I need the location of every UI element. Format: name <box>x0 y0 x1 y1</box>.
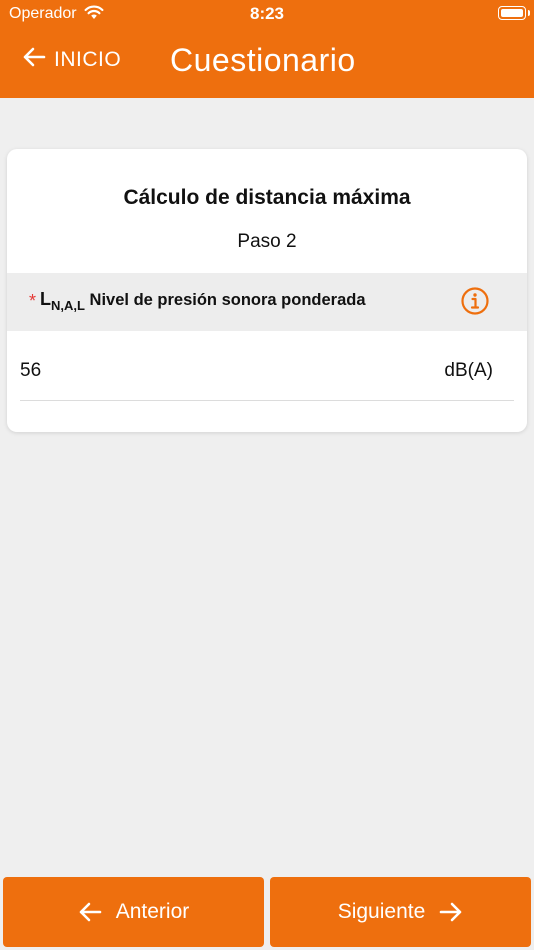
battery-icon <box>498 6 530 20</box>
info-icon[interactable] <box>460 286 490 316</box>
arrow-left-icon <box>78 901 102 923</box>
step-label: Paso 2 <box>237 231 297 252</box>
value-input-field[interactable]: 56 dB(A) <box>20 332 514 401</box>
field-symbol-subscript: N,A,L <box>51 298 85 313</box>
next-label: Siguiente <box>337 900 426 923</box>
field-label: LN,A,L Nivel de presión sonora ponderada <box>40 289 366 313</box>
previous-button[interactable]: Anterior <box>3 877 264 947</box>
back-button[interactable]: INICIO <box>22 46 121 73</box>
app-header: Operador 8:23 INICIO Cuestionario <box>0 0 534 98</box>
value-input[interactable]: 56 <box>20 360 41 382</box>
field-header: * LN,A,L Nivel de presión sonora pondera… <box>7 273 527 331</box>
unit-label: dB(A) <box>444 360 493 381</box>
arrow-right-icon <box>439 901 463 923</box>
status-bar: Operador 8:23 <box>0 0 534 28</box>
page-title: Cuestionario <box>170 42 356 78</box>
card-title: Cálculo de distancia máxima <box>123 186 411 209</box>
arrow-left-icon <box>22 46 46 73</box>
next-button[interactable]: Siguiente <box>270 877 531 947</box>
status-time: 8:23 <box>249 4 285 23</box>
field-symbol: L <box>40 289 51 309</box>
required-marker: * <box>29 291 37 311</box>
back-label: INICIO <box>54 47 122 71</box>
question-card: Cálculo de distancia máxima Paso 2 * LN,… <box>7 149 527 432</box>
field-label-text: Nivel de presión sonora ponderada <box>89 291 366 309</box>
previous-label: Anterior <box>115 900 190 923</box>
